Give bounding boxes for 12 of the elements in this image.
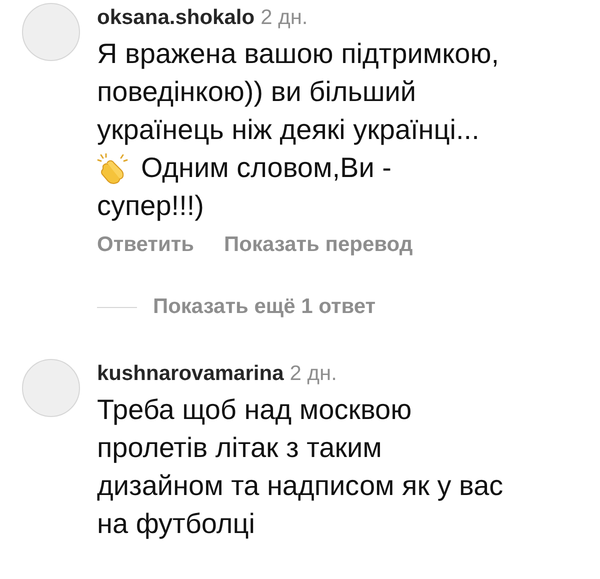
show-replies-link[interactable]: Показать ещё 1 ответ bbox=[153, 295, 376, 319]
username[interactable]: oksana.shokalo bbox=[97, 6, 255, 29]
comment-text: супер!!!) bbox=[97, 189, 204, 223]
clapping-hands-icon bbox=[97, 152, 129, 184]
username[interactable]: kushnarovamarina bbox=[97, 362, 284, 385]
comment-text: Одним словом,Ви - bbox=[141, 151, 392, 185]
comment-text: Я вражена вашою підтримкою, поведінкою)) ви більший українець ніж деякі українці... bbox=[97, 37, 500, 147]
comment-time: 2 дн. bbox=[290, 362, 337, 385]
comment-action-link[interactable]: Показать перевод bbox=[224, 233, 413, 257]
comment-time: 2 дн. bbox=[260, 6, 308, 29]
comment-action-link[interactable]: Ответить bbox=[97, 233, 194, 257]
comment-text: Треба щоб над москвою пролетів літак з таким дизайном та надписом як у вас на футболці bbox=[97, 393, 504, 541]
